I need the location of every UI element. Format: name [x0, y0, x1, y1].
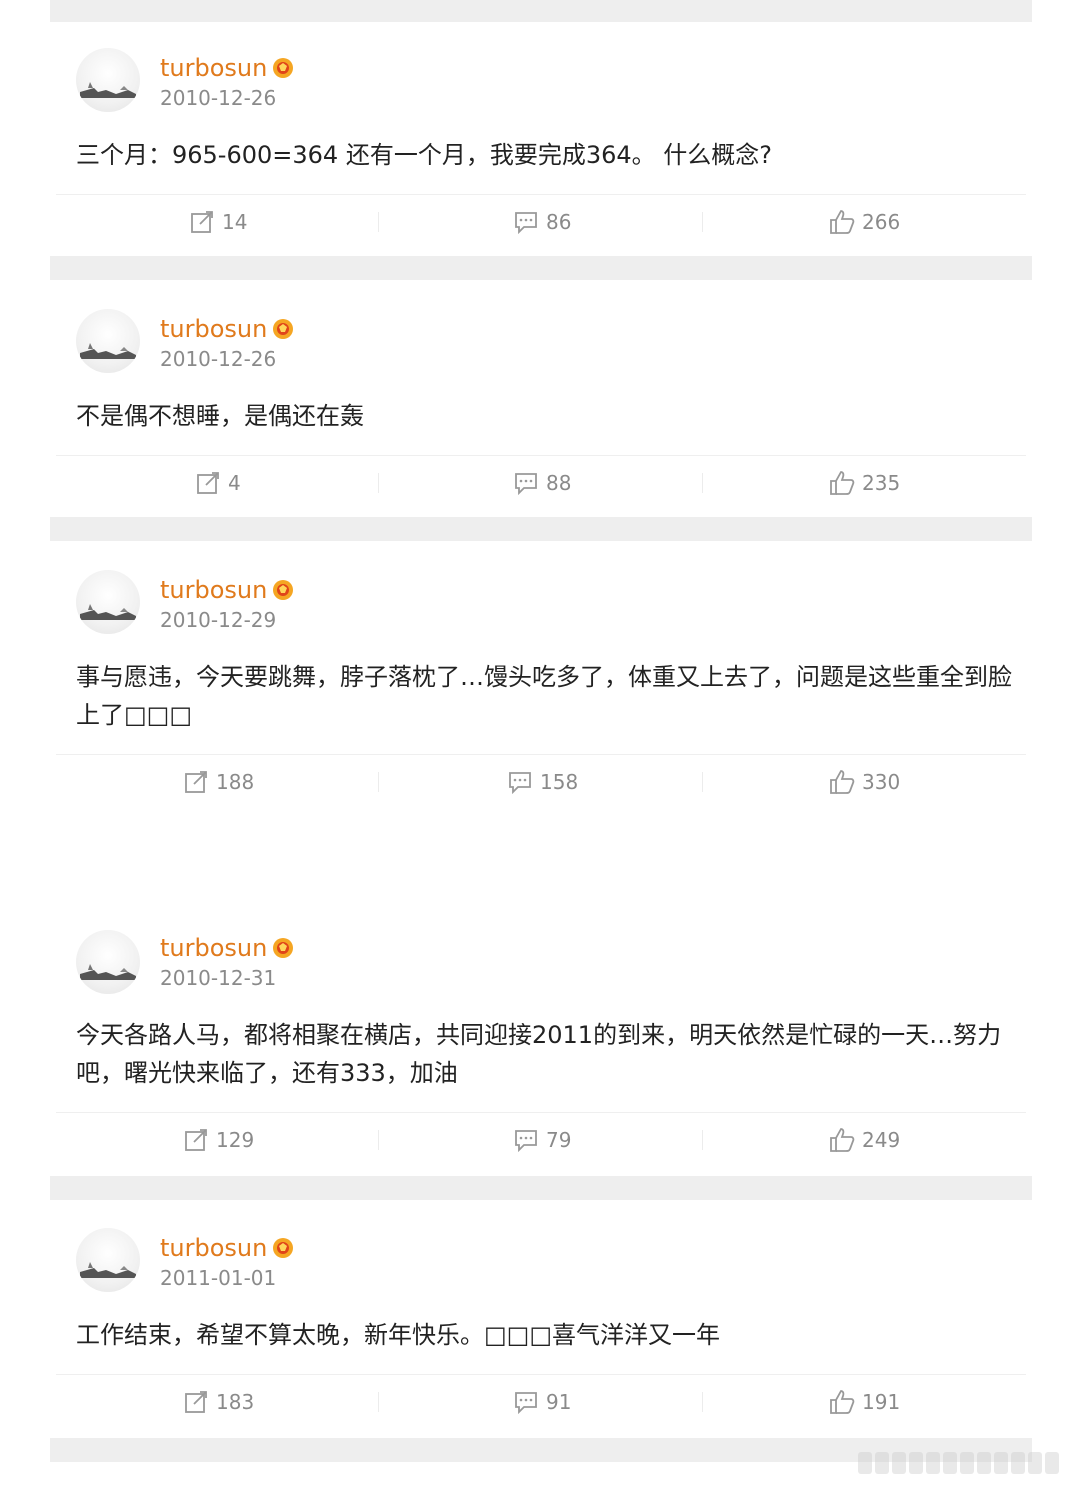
- username[interactable]: turbosun: [160, 1234, 267, 1262]
- action-separator: [378, 212, 379, 232]
- repost-count: 188: [216, 770, 255, 794]
- post-divider: [50, 517, 1032, 541]
- post-divider: [50, 1176, 1032, 1200]
- post-divider: [50, 256, 1032, 280]
- watermark: [858, 1452, 1059, 1474]
- post-date[interactable]: 2010-12-26: [160, 347, 276, 371]
- avatar[interactable]: [76, 1228, 140, 1292]
- action-separator: [702, 1130, 703, 1150]
- comment-button[interactable]: 86: [512, 195, 571, 249]
- comment-count: 88: [546, 471, 572, 495]
- comment-count: 79: [546, 1128, 572, 1152]
- comment-count: 86: [546, 210, 572, 234]
- vip-badge-icon[interactable]: [272, 318, 294, 340]
- like-button[interactable]: 266: [828, 195, 900, 249]
- comment-icon: [515, 1392, 537, 1415]
- action-separator: [378, 1130, 379, 1150]
- comment-count: 91: [546, 1390, 572, 1414]
- comment-button[interactable]: 158: [506, 755, 578, 809]
- like-button[interactable]: 249: [828, 1113, 900, 1167]
- avatar[interactable]: [76, 570, 140, 634]
- comment-icon: [509, 772, 531, 795]
- action-separator: [378, 473, 379, 493]
- vip-badge-icon[interactable]: [272, 937, 294, 959]
- avatar[interactable]: [76, 930, 140, 994]
- vip-badge-icon[interactable]: [272, 579, 294, 601]
- post-card: turbosun 2010-12-26 不是偶不想睡，是偶还在轰 4 88 23…: [56, 289, 1026, 511]
- username[interactable]: turbosun: [160, 315, 267, 343]
- action-bar: 188 158 330: [56, 754, 1026, 809]
- post-text: 三个月：965-600=364 还有一个月，我要完成364。 什么概念?: [76, 141, 772, 169]
- repost-icon: [185, 1129, 207, 1151]
- repost-button[interactable]: 129: [182, 1113, 254, 1167]
- top-divider: [50, 0, 1032, 22]
- post-date[interactable]: 2011-01-01: [160, 1266, 276, 1290]
- repost-button[interactable]: 183: [182, 1375, 254, 1429]
- comment-count: 158: [540, 770, 579, 794]
- action-bar: 14 86 266: [56, 194, 1026, 249]
- like-count: 235: [862, 471, 901, 495]
- like-button[interactable]: 235: [828, 456, 900, 510]
- vip-badge-icon[interactable]: [272, 1237, 294, 1259]
- like-button[interactable]: 191: [828, 1375, 900, 1429]
- post-text: 事与愿违，今天要跳舞，脖子落枕了…馒头吃多了，体重又上去了，问题是这些重全到脸上…: [76, 663, 1012, 729]
- like-icon: [830, 1390, 855, 1414]
- post-card: turbosun 2010-12-26 三个月：965-600=364 还有一个…: [56, 28, 1026, 250]
- post-date[interactable]: 2010-12-26: [160, 86, 276, 110]
- post-text: 不是偶不想睡，是偶还在轰: [76, 402, 364, 430]
- comment-icon: [515, 212, 537, 235]
- action-separator: [702, 212, 703, 232]
- username[interactable]: turbosun: [160, 934, 267, 962]
- repost-count: 129: [216, 1128, 255, 1152]
- action-separator: [702, 772, 703, 792]
- repost-icon: [197, 472, 219, 494]
- like-icon: [830, 770, 855, 794]
- like-icon: [830, 210, 855, 234]
- vip-badge-icon[interactable]: [272, 57, 294, 79]
- like-count: 266: [862, 210, 901, 234]
- action-separator: [702, 1392, 703, 1412]
- action-separator: [378, 772, 379, 792]
- avatar[interactable]: [76, 309, 140, 373]
- repost-button[interactable]: 4: [194, 456, 241, 510]
- post-date[interactable]: 2010-12-29: [160, 608, 276, 632]
- username[interactable]: turbosun: [160, 576, 267, 604]
- action-bar: 183 91 191: [56, 1374, 1026, 1429]
- action-separator: [702, 473, 703, 493]
- post-card: turbosun 2010-12-29 事与愿违，今天要跳舞，脖子落枕了…馒头吃…: [56, 550, 1026, 808]
- post-text: 工作结束，希望不算太晚，新年快乐。□□□喜气洋洋又一年: [76, 1321, 721, 1349]
- like-button[interactable]: 330: [828, 755, 900, 809]
- like-count: 249: [862, 1128, 901, 1152]
- like-icon: [830, 1128, 855, 1152]
- username[interactable]: turbosun: [160, 54, 267, 82]
- avatar[interactable]: [76, 48, 140, 112]
- comment-button[interactable]: 88: [512, 456, 571, 510]
- repost-button[interactable]: 188: [182, 755, 254, 809]
- repost-count: 14: [222, 210, 248, 234]
- repost-icon: [191, 211, 213, 233]
- post-date[interactable]: 2010-12-31: [160, 966, 276, 990]
- post-card: turbosun 2011-01-01 工作结束，希望不算太晚，新年快乐。□□□…: [56, 1208, 1026, 1430]
- like-count: 191: [862, 1390, 901, 1414]
- comment-button[interactable]: 79: [512, 1113, 571, 1167]
- comment-icon: [515, 473, 537, 496]
- repost-count: 183: [216, 1390, 255, 1414]
- like-count: 330: [862, 770, 901, 794]
- repost-icon: [185, 1391, 207, 1413]
- action-bar: 129 79 249: [56, 1112, 1026, 1167]
- repost-count: 4: [228, 471, 241, 495]
- action-separator: [378, 1392, 379, 1412]
- comment-button[interactable]: 91: [512, 1375, 571, 1429]
- repost-icon: [185, 771, 207, 793]
- repost-button[interactable]: 14: [188, 195, 247, 249]
- comment-icon: [515, 1130, 537, 1153]
- like-icon: [830, 471, 855, 495]
- action-bar: 4 88 235: [56, 455, 1026, 510]
- post-card: turbosun 2010-12-31 今天各路人马，都将相聚在横店，共同迎接2…: [56, 910, 1026, 1168]
- post-text: 今天各路人马，都将相聚在横店，共同迎接2011的到来，明天依然是忙碌的一天…努力…: [76, 1021, 1002, 1087]
